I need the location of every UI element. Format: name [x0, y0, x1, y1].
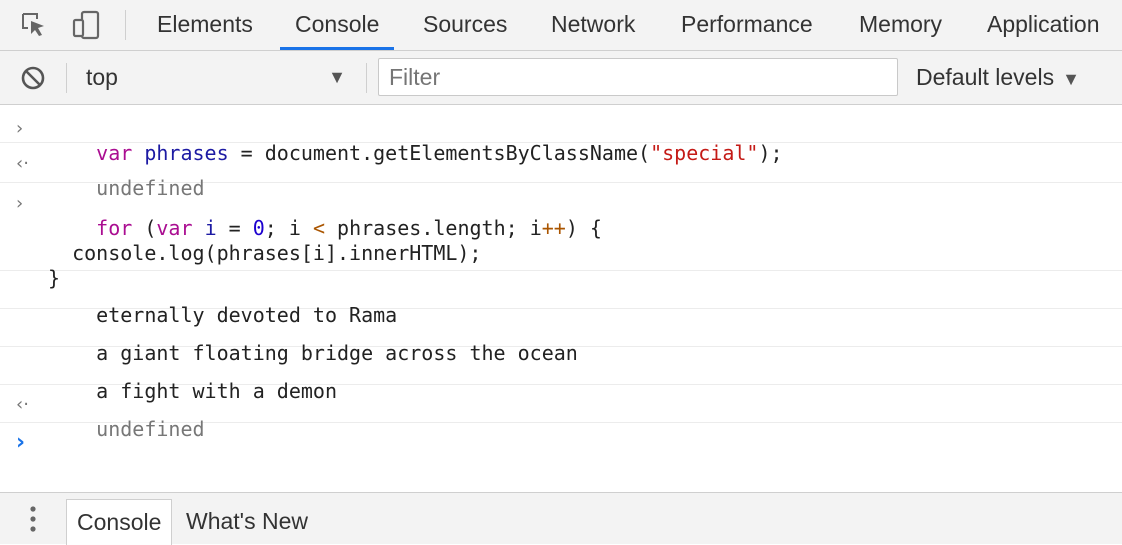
console-result-line: ‹· undefined — [0, 385, 1122, 441]
filter-input[interactable] — [378, 58, 898, 96]
result-chevron-icon: ‹· — [16, 394, 29, 415]
device-toolbar-icon[interactable] — [66, 0, 106, 50]
tab-network[interactable]: Network — [551, 0, 635, 50]
toolbar-separator — [66, 63, 67, 93]
inspect-element-icon[interactable] — [14, 0, 54, 50]
toolbar-separator — [125, 10, 126, 40]
console-messages[interactable]: › var phrases = document.getElementsByCla… — [0, 105, 1122, 463]
tab-sources[interactable]: Sources — [423, 0, 507, 50]
devtools-tab-bar: Elements Console Sources Network Perform… — [0, 0, 1122, 51]
dropdown-triangle-icon: ▼ — [1062, 69, 1080, 89]
context-selector[interactable]: top ▼ — [86, 51, 356, 104]
drawer-tab-bar: Console What's New — [0, 492, 1122, 545]
console-prompt[interactable]: › — [0, 423, 1122, 463]
console-toolbar: top ▼ Default levels ▼ — [0, 51, 1122, 105]
input-chevron-icon: › — [16, 193, 24, 214]
dropdown-triangle-icon: ▼ — [328, 67, 346, 87]
clear-console-icon[interactable] — [14, 62, 52, 94]
tab-memory[interactable]: Memory — [859, 0, 942, 50]
log-levels-label: Default levels — [916, 64, 1055, 90]
log-levels-dropdown[interactable]: Default levels ▼ — [916, 51, 1080, 104]
toolbar-separator — [366, 63, 367, 93]
context-selector-label: top — [86, 64, 118, 90]
drawer-tab-whats-new[interactable]: What's New — [176, 499, 318, 545]
console-log-line: eternally devoted to Rama — [0, 271, 1122, 327]
console-log-line: a giant floating bridge across the ocean — [0, 309, 1122, 365]
tab-console[interactable]: Console — [280, 0, 395, 50]
more-options-icon[interactable] — [18, 503, 48, 535]
result-chevron-icon: ‹· — [16, 153, 29, 174]
input-chevron-icon: › — [16, 118, 24, 139]
console-input-line[interactable]: › var phrases = document.getElementsByCla… — [0, 105, 1122, 165]
console-log-line: a fight with a demon — [0, 347, 1122, 403]
drawer-tab-console[interactable]: Console — [66, 499, 173, 545]
console-input-line[interactable]: › for (var i = 0; i < phrases.length; i++… — [0, 183, 1122, 290]
prompt-chevron-icon: › — [16, 430, 26, 455]
tab-application[interactable]: Application — [987, 0, 1100, 50]
tab-performance[interactable]: Performance — [681, 0, 813, 50]
console-result-line: ‹· undefined — [0, 143, 1122, 200]
tab-elements[interactable]: Elements — [157, 0, 253, 50]
